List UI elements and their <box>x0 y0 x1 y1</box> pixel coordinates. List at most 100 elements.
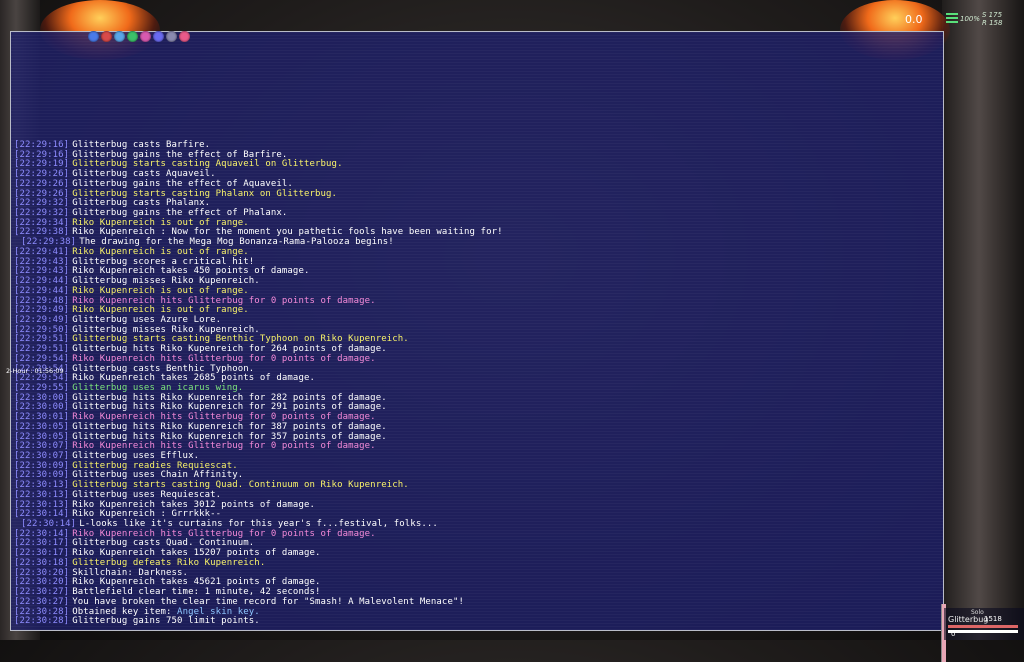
chat-message: Riko Kupenreich takes 15207 points of da… <box>72 548 321 559</box>
chat-line: [22:30:28] Glitterbug gains 750 limit poi… <box>14 616 934 627</box>
chat-timestamp: [22:30:13] <box>14 489 70 500</box>
status-effect-bar <box>88 31 190 45</box>
chat-timestamp: [22:29:41] <box>14 246 70 257</box>
chat-timestamp: [22:29:43] <box>14 256 70 267</box>
chat-timestamp: [22:29:44] <box>14 285 70 296</box>
chat-timestamp: [22:30:05] <box>14 421 70 432</box>
chat-message: Glitterbug uses Azure Lore. <box>72 314 222 325</box>
chat-timestamp: [22:30:05] <box>14 431 70 442</box>
chat-timestamp: [22:29:51] <box>14 344 70 355</box>
chat-log: [22:29:16] Glitterbug casts Barfire. [22:2… <box>14 140 934 627</box>
chat-timestamp: [22:30:28] <box>14 606 70 617</box>
signal-s: S 175 <box>982 11 1003 19</box>
status-icon-aquaveil <box>101 31 112 42</box>
chat-timestamp: [22:30:00] <box>14 392 70 403</box>
signal-sr: S 175 R 158 <box>982 11 1002 27</box>
chat-timestamp: [22:30:07] <box>14 451 70 461</box>
chat-message: Glitterbug hits Riko Kupenreich for 387 … <box>72 421 387 432</box>
chat-message: Riko Kupenreich is out of range. <box>72 285 249 296</box>
party-member-name: Glitterbug <box>948 615 989 624</box>
chat-message: Glitterbug starts casting Phalanx on Gli… <box>72 188 338 199</box>
chat-message: Glitterbug starts casting Aquaveil on Gl… <box>72 159 343 170</box>
chat-message: Glitterbug scores a critical hit! <box>72 256 255 267</box>
status-icon-haste <box>166 31 177 42</box>
chat-timestamp: [22:30:09] <box>14 460 70 471</box>
cave-wall-right <box>942 0 1024 640</box>
chat-timestamp: [22:30:20] <box>14 577 70 588</box>
chat-message: Riko Kupenreich is out of range. <box>72 246 249 257</box>
chat-timestamp: [22:29:19] <box>14 159 70 170</box>
chat-message: Riko Kupenreich hits Glitterbug for 0 po… <box>72 441 376 452</box>
chat-message: Glitterbug hits Riko Kupenreich for 291 … <box>72 402 387 413</box>
chat-timestamp: [22:30:14] <box>14 509 70 520</box>
chat-message: Glitterbug casts Phalanx. <box>72 198 211 209</box>
chat-key-item: Angel skin key. <box>177 606 260 617</box>
chat-log-window[interactable]: [22:29:16] Glitterbug casts Barfire. [22:2… <box>10 31 946 662</box>
chat-timestamp: [22:30:17] <box>14 538 70 549</box>
chat-timestamp: [22:29:38] <box>14 227 70 238</box>
chat-message: Riko Kupenreich takes 2685 points of dam… <box>72 373 315 384</box>
chat-message: Riko Kupenreich is out of range. <box>72 305 249 316</box>
chat-message: Glitterbug misses Riko Kupenreich. <box>72 276 260 287</box>
chat-message: Battlefield clear time: 1 minute, 42 sec… <box>72 587 321 598</box>
chat-timestamp: [22:29:44] <box>14 276 70 287</box>
chat-message: Riko Kupenreich : Now for the moment you… <box>72 227 503 238</box>
chat-timestamp: [22:29:49] <box>14 314 70 325</box>
chat-timestamp: [22:29:32] <box>14 208 70 219</box>
chat-message: Glitterbug uses Chain Affinity. <box>72 470 244 481</box>
hp-bar <box>948 625 1018 628</box>
chat-message: Glitterbug uses Efflux. <box>72 451 200 461</box>
chat-message: Riko Kupenreich takes 45621 points of da… <box>72 577 321 588</box>
chat-message: Riko Kupenreich : Grrrkkk-- <box>72 509 222 520</box>
chat-message: Glitterbug casts Quad. Continuum. <box>72 538 255 549</box>
chat-timestamp: [22:30:14] <box>21 519 77 530</box>
chat-message: Glitterbug hits Riko Kupenreich for 264 … <box>72 344 387 355</box>
chat-message: Glitterbug gains the effect of Aquaveil. <box>72 178 293 189</box>
chat-message: Glitterbug starts casting Quad. Continuu… <box>72 480 409 491</box>
chat-message: Glitterbug uses Requiescat. <box>72 489 222 500</box>
chat-message: You have broken the clear time record fo… <box>72 596 464 607</box>
chat-timestamp: [22:29:49] <box>14 305 70 316</box>
party-frame[interactable]: Solo Glitterbug 1518 0 <box>944 608 1024 640</box>
chat-timestamp: [22:30:18] <box>14 557 70 568</box>
chat-message: Glitterbug starts casting Benthic Typhoo… <box>72 334 409 345</box>
status-icon-protect <box>127 31 138 42</box>
chat-timestamp: [22:30:13] <box>14 480 70 491</box>
chat-timestamp: [22:30:13] <box>14 499 70 510</box>
two-hour-timer: 2-Hour : 01:56:09 <box>6 367 64 375</box>
chat-timestamp: [22:30:09] <box>14 470 70 481</box>
chat-message: Riko Kupenreich hits Glitterbug for 0 po… <box>72 528 376 539</box>
chat-timestamp: [22:30:17] <box>14 548 70 559</box>
chat-timestamp: [22:29:34] <box>14 217 70 228</box>
chat-message: Glitterbug gains 750 limit points. <box>72 616 260 627</box>
chat-message: Riko Kupenreich takes 450 points of dama… <box>72 266 310 277</box>
chat-timestamp: [22:29:48] <box>14 295 70 306</box>
mp-bar <box>948 630 1018 633</box>
chat-message: Glitterbug misses Riko Kupenreich. <box>72 324 260 335</box>
chat-message: Glitterbug gains the effect of Phalanx. <box>72 208 288 219</box>
chat-message: Glitterbug casts Benthic Typhoon. <box>72 363 255 374</box>
connection-status: 100% S 175 R 158 <box>946 11 1020 31</box>
chat-timestamp: [22:29:54] <box>14 353 70 364</box>
chat-timestamp: [22:29:26] <box>14 178 70 189</box>
status-icon-phalanx <box>114 31 125 42</box>
status-icon-regen <box>179 31 190 42</box>
party-member-hp: 1518 <box>984 615 1002 623</box>
chat-timestamp: [22:30:14] <box>14 528 70 539</box>
signal-bars-icon <box>946 13 958 25</box>
chat-timestamp: [22:30:27] <box>14 596 70 607</box>
chat-message: Glitterbug casts Aquaveil. <box>72 169 216 180</box>
chat-message: Glitterbug hits Riko Kupenreich for 282 … <box>72 392 387 403</box>
chat-message: The drawing for the Mega Mog Bonanza-Ram… <box>79 237 394 248</box>
chat-message: Riko Kupenreich hits Glitterbug for 0 po… <box>72 412 376 423</box>
chat-timestamp: [22:29:32] <box>14 198 70 209</box>
chat-timestamp: [22:30:07] <box>14 441 70 452</box>
chat-timestamp: [22:29:43] <box>14 266 70 277</box>
chat-message: Riko Kupenreich is out of range. <box>72 217 249 228</box>
chat-message: Obtained key item: <box>72 606 178 617</box>
chat-message: L-looks like it's curtains for this year… <box>79 519 438 530</box>
party-member-tp: 0 <box>951 630 956 638</box>
chat-timestamp: [22:30:27] <box>14 587 70 598</box>
chat-timestamp: [22:29:16] <box>14 149 70 160</box>
chat-message: Glitterbug defeats Riko Kupenreich. <box>72 557 266 568</box>
